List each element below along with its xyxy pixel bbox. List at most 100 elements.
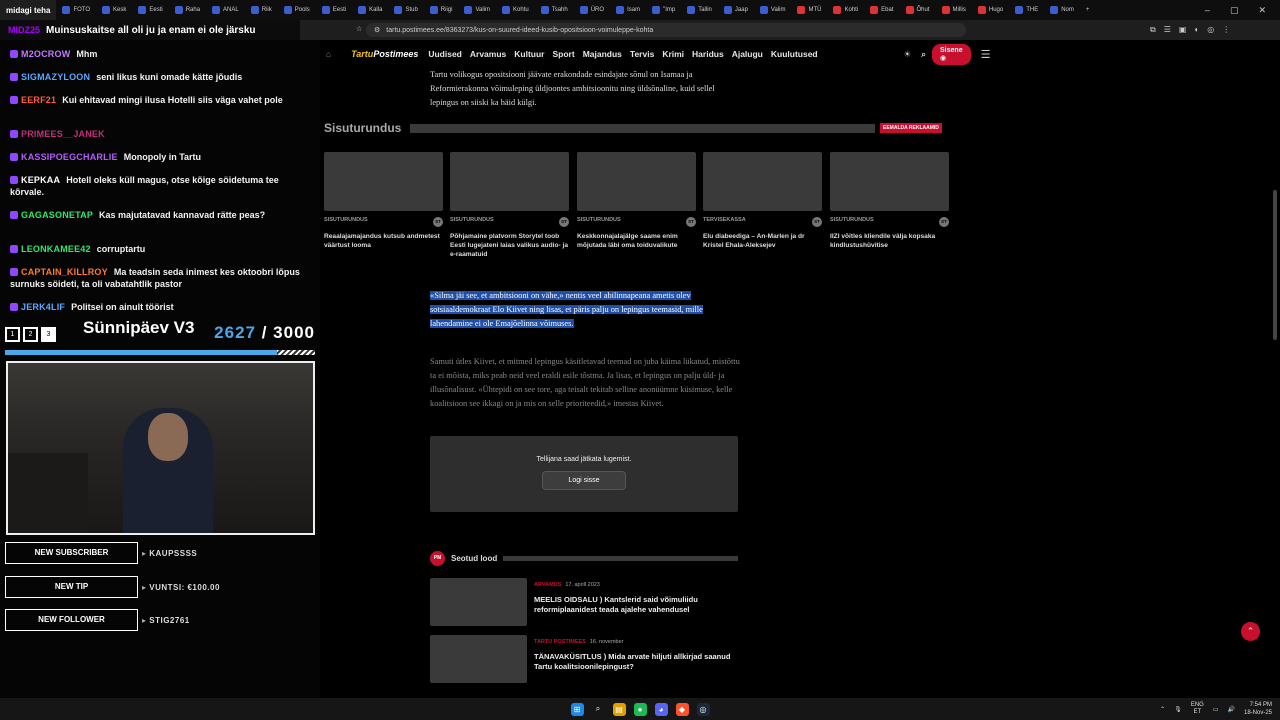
nav-item[interactable]: Arvamus	[470, 49, 506, 59]
network-icon[interactable]: ▭	[1213, 706, 1219, 713]
promo-card[interactable]: SISUTURUNDUS ST Keskkonnajalajälge saame e…	[577, 152, 696, 250]
clock[interactable]: 7:54 PM 18-Nov-25	[1244, 701, 1272, 717]
tab-favicon-icon	[833, 6, 842, 14]
mic-icon[interactable]: 🎙	[1174, 706, 1182, 713]
chat-badge-icon	[10, 211, 18, 219]
promo-card[interactable]: TERVISEKASSA ST Elu diabeediga – An-Marlen…	[703, 152, 822, 250]
browser-tab[interactable]: Raha	[169, 0, 206, 20]
browser-tab[interactable]: Valim	[458, 0, 496, 20]
browser-tab[interactable]: THE	[1009, 0, 1044, 20]
minimize-icon[interactable]: –	[1205, 5, 1210, 16]
remove-ads-button[interactable]: EEMALDA REKLAAMID	[880, 123, 942, 133]
nav-item[interactable]: Haridus	[692, 49, 724, 59]
chat-username: KEPKAA	[21, 175, 61, 185]
chat-badge-icon	[10, 268, 18, 276]
page-scrollbar[interactable]	[1273, 190, 1277, 340]
tab-active[interactable]: midagi teha	[0, 0, 57, 20]
alert-tip-label: NEW TIP	[5, 576, 138, 598]
browser-tab[interactable]: Hugo	[972, 0, 1009, 20]
menu-icon[interactable]: ☰	[981, 48, 991, 61]
browser-tab[interactable]: Tallin	[681, 0, 718, 20]
tab-favicon-icon	[579, 6, 588, 14]
card-badge: ST	[433, 217, 443, 227]
related-item[interactable]: TARTU POSTIMEES 16. november TÄNAVAKÜSITL…	[430, 635, 738, 683]
promo-card[interactable]: SISUTURUNDUS ST Reaalajamajandus kutsub an…	[324, 152, 443, 250]
scroll-to-top-button[interactable]: ⌃	[1241, 622, 1260, 641]
nav-item[interactable]: Kuulutused	[771, 49, 818, 59]
windows-start-icon[interactable]: ⊞	[570, 702, 584, 716]
app-icon[interactable]: ●	[633, 702, 647, 716]
new-tab-button[interactable]: +	[1080, 0, 1096, 20]
tab-favicon-icon	[212, 6, 221, 14]
extensions-icons[interactable]: ⧉☰▣◐◎⋮	[1150, 25, 1238, 35]
site-logo[interactable]: TartuPostimees	[351, 49, 418, 59]
alert-subscriber-value: KAUPSSSS	[142, 549, 197, 558]
maximize-icon[interactable]: ▢	[1230, 5, 1239, 16]
browser-tab[interactable]: Ebat	[864, 0, 899, 20]
browser-tab[interactable]: Isam	[610, 0, 646, 20]
browser-tab[interactable]: Kesk	[96, 0, 132, 20]
browser-tab[interactable]: Riigi	[424, 0, 459, 20]
language-indicator[interactable]: ENG ET	[1191, 702, 1204, 716]
chat-text: Kas majutatavad kannavad rätte peas?	[99, 210, 266, 220]
goal-count: 2627 / 3000	[214, 323, 315, 342]
browser-tab[interactable]: Kohti	[827, 0, 864, 20]
browser-tab[interactable]: Tsahh	[535, 0, 574, 20]
tab-favicon-icon	[723, 6, 732, 14]
browser-tab[interactable]: Kohtu	[496, 0, 535, 20]
chat-badge-icon	[10, 73, 18, 81]
browser-tab[interactable]: Valim	[754, 0, 792, 20]
tab-favicon-icon	[941, 6, 950, 14]
close-icon[interactable]: ✕	[1258, 5, 1266, 16]
nav-item[interactable]: Ajalugu	[732, 49, 763, 59]
nav-item[interactable]: Majandus	[583, 49, 622, 59]
related-title: Seotud lood	[451, 554, 498, 563]
chat-message: EERF21 Kui ehitavad mingi ilusa Hotelli s…	[10, 94, 315, 106]
browser-tab[interactable]: "Imp	[646, 0, 681, 20]
search-icon[interactable]: ⌕	[921, 49, 926, 60]
login-button[interactable]: Logi sisse	[542, 471, 626, 490]
nav-item[interactable]: Tervis	[630, 49, 654, 59]
nav-item[interactable]: Krimi	[662, 49, 684, 59]
tab-favicon-icon	[870, 6, 879, 14]
nav-item[interactable]: Kultuur	[514, 49, 544, 59]
promo-card[interactable]: SISUTURUNDUS ST IIZI võitles kliendile väl…	[830, 152, 949, 250]
browser-tab[interactable]: Pools	[278, 0, 316, 20]
chat-message: SIGMAZYLOON seni likus kuni omade kätte j…	[10, 71, 315, 83]
theme-toggle-icon[interactable]: ☀	[904, 49, 912, 60]
file-explorer-icon[interactable]: ▤	[612, 702, 626, 716]
card-badge: ST	[686, 217, 696, 227]
browser-tab[interactable]: Riik	[245, 0, 278, 20]
browser-tab[interactable]: FOTO	[56, 0, 96, 20]
brave-icon[interactable]: ◆	[675, 702, 689, 716]
site-info-icon[interactable]: ⚙	[374, 26, 380, 34]
browser-tab[interactable]: ANAL	[206, 0, 245, 20]
url-bar[interactable]: ⚙ tartu.postimees.ee/8363273/kus-on-suur…	[366, 23, 966, 37]
chat-message: KASSIPOEGCHARLIE Monopoly in Tartu	[10, 151, 315, 163]
browser-tab[interactable]: Eesti	[132, 0, 168, 20]
browser-tab[interactable]: Kalla	[352, 0, 388, 20]
tab-favicon-icon	[797, 6, 806, 14]
browser-tab[interactable]: MTÜ	[791, 0, 827, 20]
promo-card[interactable]: SISUTURUNDUS ST Põhjamaine platvorm Storyt…	[450, 152, 569, 259]
discord-icon[interactable]: ◕	[654, 702, 668, 716]
browser-tab[interactable]: Nom	[1044, 0, 1080, 20]
browser-tab[interactable]: Eesti	[316, 0, 352, 20]
nav-item[interactable]: Sport	[552, 49, 574, 59]
alert-follower-label: NEW FOLLOWER	[5, 609, 138, 631]
volume-icon[interactable]: 🔊	[1228, 706, 1235, 713]
browser-tab[interactable]: Millis	[936, 0, 972, 20]
steam-icon[interactable]: ◎	[696, 702, 710, 716]
related-item[interactable]: ARVAMUS 17. aprill 2023 MEELIS OIDSALU ) …	[430, 578, 738, 626]
paywall-box: Tellijana saad jätkata lugemist. Logi si…	[430, 436, 738, 512]
nav-item[interactable]: Uudised	[428, 49, 462, 59]
home-icon[interactable]: ⌂	[326, 49, 331, 59]
browser-tab[interactable]: Stub	[388, 0, 423, 20]
signin-button[interactable]: Sisene ◉	[932, 43, 971, 65]
tray-chevron-icon[interactable]: ⌃	[1160, 706, 1165, 713]
browser-tab[interactable]: Jaap	[718, 0, 754, 20]
browser-tab[interactable]: ÜRO	[574, 0, 610, 20]
browser-tab[interactable]: Õhut	[900, 0, 936, 20]
bookmark-icon[interactable]: ☆	[356, 25, 362, 33]
search-icon[interactable]: ⌕	[592, 703, 605, 716]
